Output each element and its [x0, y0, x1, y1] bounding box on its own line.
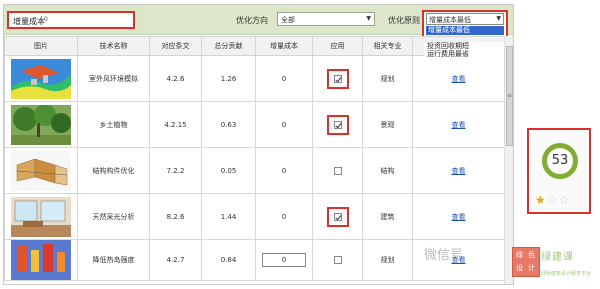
col-header-clause: 对应条文	[149, 36, 202, 56]
col-header-name: 技术名称	[77, 36, 150, 56]
col-header-cost: 增量成本	[255, 36, 313, 56]
badge-char: 色	[528, 251, 535, 259]
col-header-score: 总分贡献	[201, 36, 256, 56]
direction-select[interactable]: 全部 ▼	[277, 12, 375, 26]
tech-name: 乡土植物	[77, 101, 150, 148]
tech-discipline: 建筑	[362, 193, 413, 240]
score-card: 53 ★☆☆	[527, 128, 591, 214]
priority-option[interactable]: 投资回收期短	[424, 42, 504, 50]
tech-discipline: 规划	[362, 239, 413, 281]
apply-highlight	[326, 114, 349, 135]
filter-toolbar: 增量成本 0 优化方向 全部 ▼ 优化原则 增量成本最低 ▼ 增量成本最低	[4, 5, 513, 38]
badge-char: 绿	[516, 251, 523, 259]
apply-checkbox[interactable]	[333, 74, 342, 83]
tech-clause: 4.2.6	[149, 55, 202, 102]
apply-checkbox[interactable]	[333, 120, 342, 129]
watermark-brand: 绿建课	[541, 252, 574, 263]
view-link[interactable]: 查看	[452, 167, 466, 175]
watermark-brand-sub: 绿色建筑设计服务平台	[541, 271, 592, 277]
apply-checkbox[interactable]	[333, 166, 342, 175]
tech-discipline: 规划	[362, 55, 413, 102]
watermark-badge: 绿 色 设 计	[512, 247, 540, 277]
priority-dropdown-highlight: 增量成本最低 ▼ 增量成本最低	[422, 10, 508, 38]
table-row: 结构构件优化 7.2.2 0.05 0 结构 查看	[4, 147, 505, 194]
view-link[interactable]: 查看	[452, 75, 466, 83]
score-ring: 53	[542, 143, 578, 179]
view-link[interactable]: 查看	[452, 121, 466, 129]
tech-cost: 0	[255, 193, 313, 240]
star-empty-icon: ☆	[546, 193, 559, 207]
col-header-discipline: 相关专业	[362, 36, 413, 56]
apply-checkbox[interactable]	[333, 256, 342, 264]
tech-name: 室外风环境模拟	[77, 55, 150, 102]
chevron-down-icon: ▼	[366, 15, 371, 22]
tech-selection-panel: 增量成本 0 优化方向 全部 ▼ 优化原则 增量成本最低 ▼ 增量成本最低 投资…	[3, 4, 514, 285]
tech-clause: 4.2.15	[149, 101, 202, 148]
direction-label: 优化方向	[236, 16, 268, 25]
tech-cost: 0	[255, 55, 313, 102]
daylighting-thumbnail	[11, 196, 71, 237]
badge-char: 计	[528, 264, 535, 272]
apply-highlight	[326, 68, 349, 89]
tech-clause: 8.2.6	[149, 193, 202, 240]
col-header-image: 图片	[4, 36, 78, 56]
rating-stars: ★☆☆	[535, 193, 570, 207]
grip-icon: ≡	[507, 92, 513, 99]
col-header-apply: 应用	[312, 36, 363, 56]
tech-name: 天然采光分析	[77, 193, 150, 240]
view-link[interactable]: 查看	[452, 213, 466, 221]
star-filled-icon: ★	[535, 193, 547, 207]
tech-score: 1.26	[201, 55, 256, 102]
tech-clause: 4.2.7	[149, 239, 202, 281]
watermark-text: 微信号	[424, 248, 464, 263]
tech-name: 降低热岛强度	[77, 239, 150, 281]
table-row: 天然采光分析 8.2.6 1.44 0 建筑 查看	[4, 193, 505, 240]
tech-cost: 0	[255, 147, 313, 194]
tech-score: 0.05	[201, 147, 256, 194]
tech-cost: 0	[255, 101, 313, 148]
tech-clause: 7.2.2	[149, 147, 202, 194]
priority-option-selected[interactable]: 增量成本最低	[426, 26, 504, 35]
star-empty-icon: ☆	[558, 193, 571, 207]
incremental-cost-field[interactable]: 0	[41, 16, 129, 25]
wind-simulation-thumbnail	[11, 58, 71, 99]
apply-highlight	[326, 206, 349, 227]
structural-optimization-thumbnail	[11, 150, 71, 191]
cost-input[interactable]: 0	[262, 253, 306, 267]
table-row: 室外风环境模拟 4.2.6 1.26 0 规划 查看	[4, 55, 505, 102]
apply-checkbox[interactable]	[333, 212, 342, 221]
tech-name: 结构构件优化	[77, 147, 150, 194]
heat-island-thumbnail	[11, 240, 71, 280]
score-value: 53	[551, 153, 569, 168]
incremental-cost-box: 增量成本 0	[7, 11, 135, 29]
tech-score: 1.44	[201, 193, 256, 240]
badge-char: 设	[516, 264, 523, 272]
priority-select[interactable]: 增量成本最低 ▼	[426, 13, 504, 25]
tech-score: 0.63	[201, 101, 256, 148]
priority-options-list: 投资回收期短 运行费用最省	[424, 42, 504, 58]
native-plants-thumbnail	[11, 104, 71, 145]
chevron-down-icon: ▼	[496, 15, 501, 22]
direction-value: 全部	[281, 16, 295, 24]
tech-discipline: 结构	[362, 147, 413, 194]
tech-score: 0.84	[201, 239, 256, 281]
priority-option[interactable]: 运行费用最省	[424, 50, 504, 58]
priority-label: 优化原则	[388, 16, 420, 25]
tech-discipline: 景观	[362, 101, 413, 148]
priority-value: 增量成本最低	[429, 16, 471, 24]
table-row: 乡土植物 4.2.15 0.63 0 景观 查看	[4, 101, 505, 148]
